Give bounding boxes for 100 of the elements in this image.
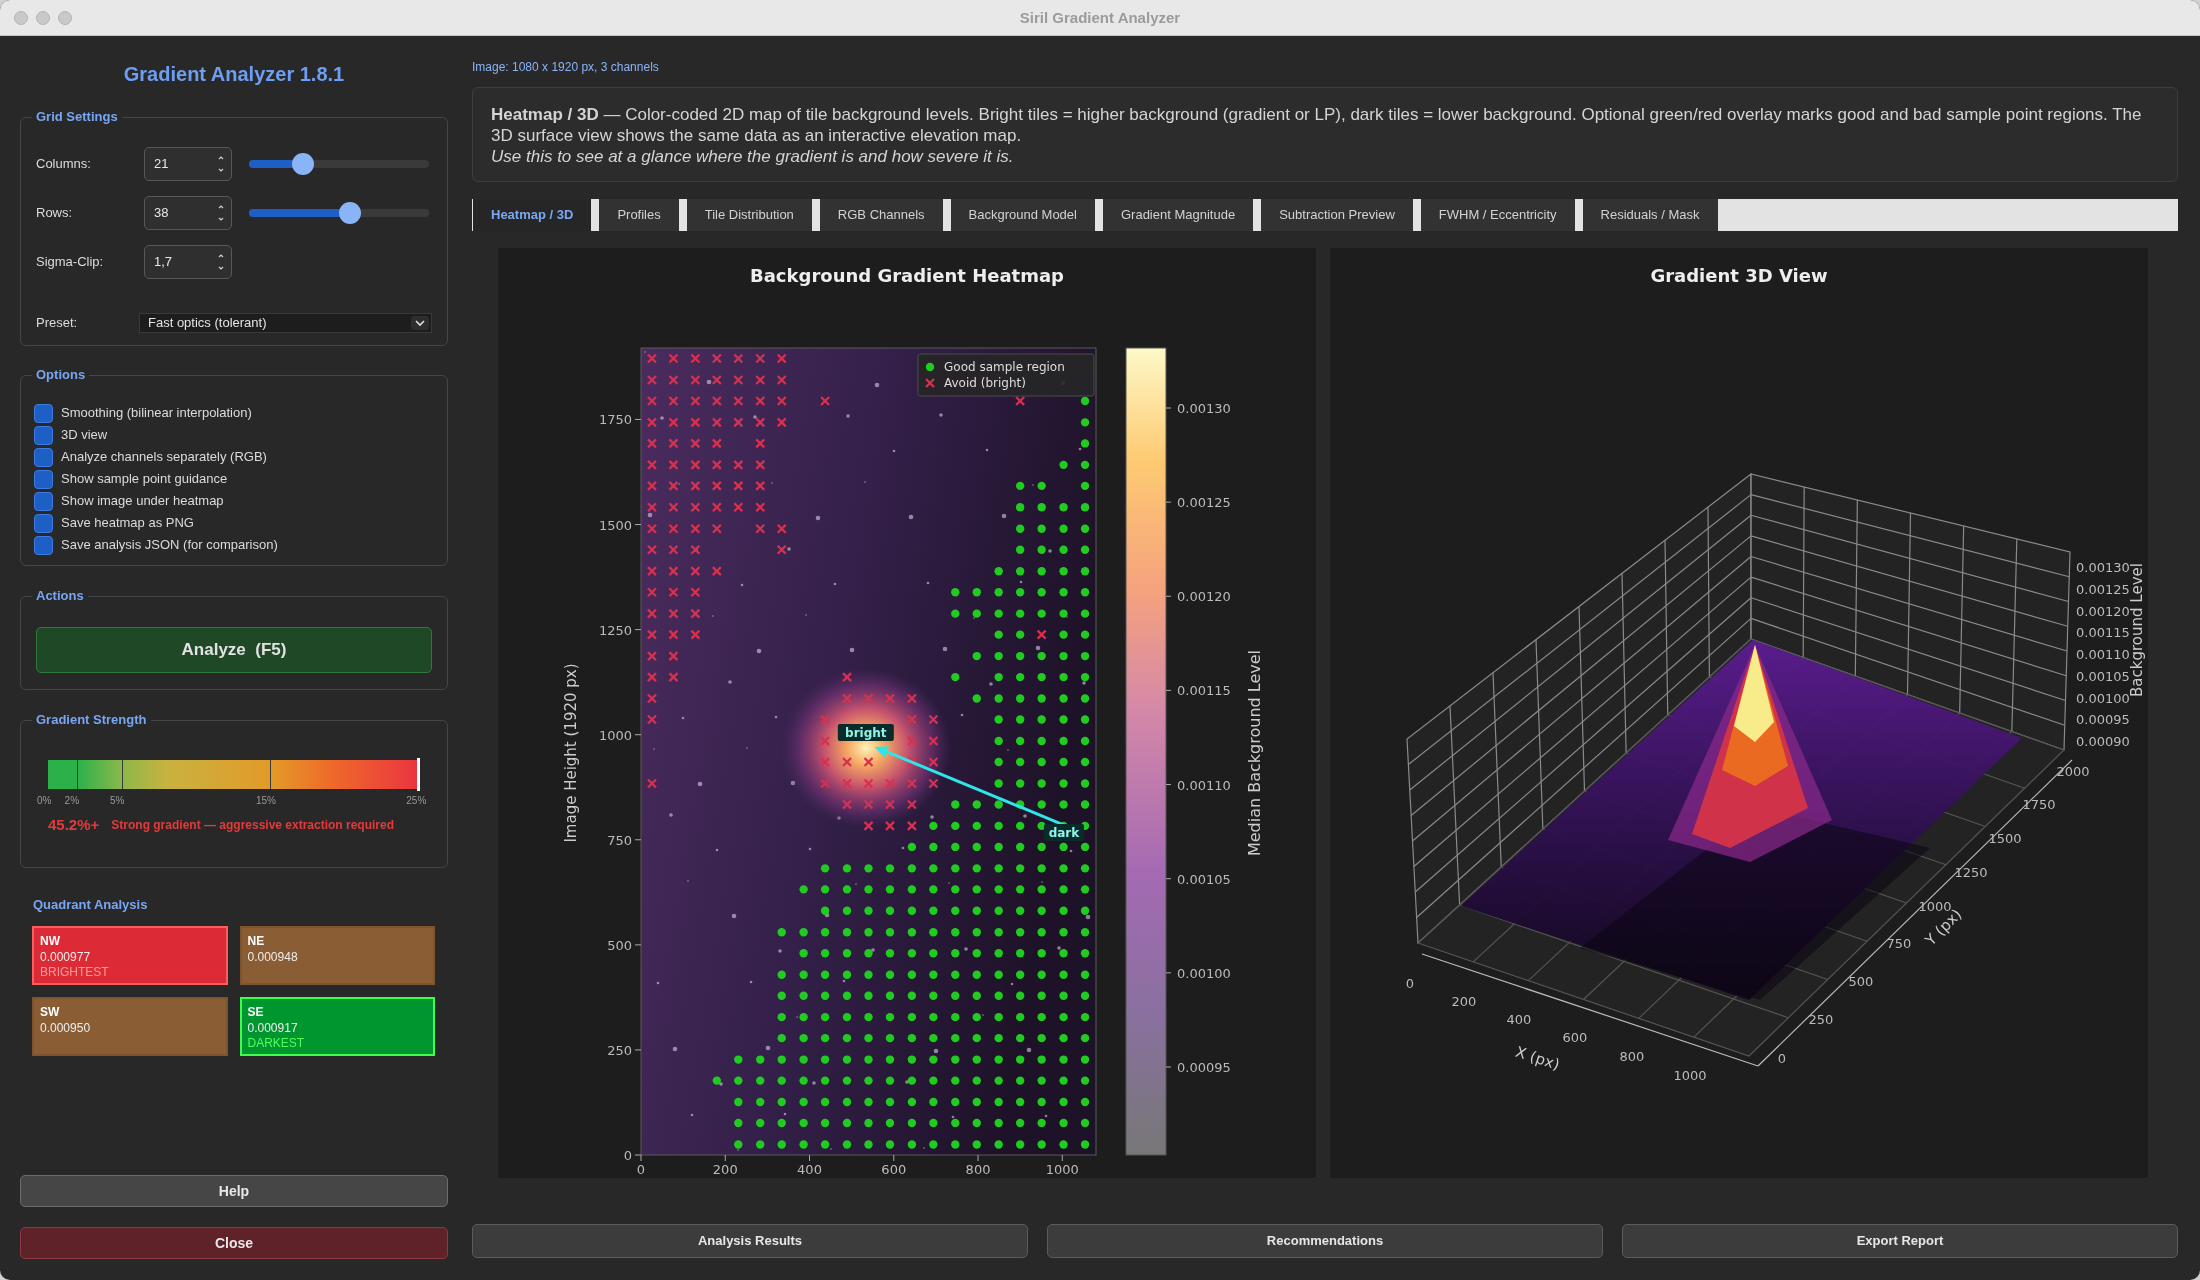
axis-tick-label: 0.00125 [2076,581,2130,597]
tab[interactable]: Gradient Magnitude [1102,199,1254,231]
spin-box[interactable]: 1,7 [144,245,232,279]
axis-tick-label: 750 [607,832,632,848]
analyze-button[interactable]: Analyze (F5) [36,627,432,673]
field-label: Preset: [36,314,79,333]
tab[interactable]: Heatmap / 3D [473,199,592,231]
colorbar-tick-label: 0.00120 [1177,589,1231,605]
axis-tick-label: 1500 [598,517,632,533]
axis-tick-label: 1750 [598,412,632,428]
axis-tick-label: 1250 [1954,865,1988,880]
colorbar-tick-label: 0.00105 [1177,871,1231,887]
axis-tick-label: 1000 [1918,899,1952,914]
field-label: Columns: [36,155,92,174]
option-label: 3D view [61,426,108,445]
option-label: Smoothing (bilinear interpolation) [61,404,252,423]
axis-tick-label: 0 [636,1162,646,1177]
section-title: Quadrant Analysis [33,896,148,912]
quadrant-label: SW [40,1003,60,1020]
colorbar-label: Median Background Level [1245,649,1264,857]
axis-tick-label: 400 [1506,1012,1532,1027]
legend-label: Good sample region [944,360,1065,374]
colorbar-tick-label: 0.00110 [1177,777,1231,793]
group-title: Actions [35,588,85,604]
axis-tick-label: 750 [1886,936,1912,951]
axis-label: Image Height (1920 px) [562,663,580,843]
axis-tick-label: 0 [623,1148,632,1163]
axis-tick-label: 600 [881,1162,907,1177]
option-label: Show sample point guidance [61,470,228,489]
option-label: Save heatmap as PNG [61,514,194,533]
footer-button[interactable]: Export Report [1622,1224,2178,1258]
field-label: Rows: [36,204,74,223]
axis-tick-label: 1500 [1988,831,2022,846]
scale-label: 0% [37,794,52,808]
axis-tick-label: 0.00095 [2076,712,2130,728]
axis-tick-label: 400 [797,1162,822,1177]
preset-dropdown[interactable]: Fast optics (tolerant) [139,313,432,333]
quadrant-value: 0.000950 [40,1019,91,1037]
footer-button[interactable]: Recommendations [1047,1224,1603,1258]
colorbar-tick-label: 0.00115 [1177,683,1231,699]
tab[interactable]: FWHM / Eccentricity [1420,199,1575,231]
option-label: Show image under heatmap [61,492,224,511]
scale-label: 2% [64,794,79,808]
axis-tick-label: 800 [965,1162,991,1177]
spin-box[interactable]: 38 [144,196,232,230]
scale-label: 15% [256,794,276,808]
tab[interactable]: RGB Channels [819,199,943,231]
image-info: Image: 1080 x 1920 px, 3 channels [472,60,659,74]
tab[interactable]: Background Model [950,199,1095,231]
chart-title: Background Gradient Heatmap [750,265,1064,286]
tab[interactable]: Residuals / Mask [1582,199,1718,231]
axis-tick-label: 2000 [2056,764,2090,779]
scale-label: 25% [406,794,427,808]
option-label: Analyze channels separately (RGB) [61,448,267,467]
axis-tick-label: 0.00110 [2076,647,2130,662]
colorbar-tick-label: 0.00125 [1177,495,1231,511]
quadrant-value: 0.000917 [247,1019,298,1037]
quadrant-tag: DARKEST [247,1036,305,1050]
axis-label: Background Level [2128,563,2146,697]
group-title: Options [35,367,87,383]
annotation-label: dark [1044,824,1084,842]
axis-tick-label: 500 [1848,974,1874,989]
axis-tick-label: 0 [1777,1051,1787,1066]
scale-label: 5% [109,794,125,808]
footer-button[interactable]: Analysis Results [472,1224,1028,1258]
quadrant-tag: BRIGHTEST [40,965,109,979]
axis-tick-label: 0.00120 [2076,603,2130,619]
option-label: Save analysis JSON (for comparison) [61,536,278,555]
spin-box[interactable]: 21 [144,147,232,181]
annotation: dark [1048,826,1081,841]
axis-tick-label: 0 [1405,976,1415,991]
quadrant-label: SE [247,1003,264,1020]
close-button[interactable]: Close [20,1227,448,1259]
quadrant-value: 0.000977 [40,948,91,966]
help-button[interactable]: Help [20,1175,448,1207]
axis-tick-label: 0.00130 [2076,560,2130,575]
axis-label: X (px) [1513,1042,1562,1074]
axis-tick-label: 600 [1562,1030,1588,1045]
axis-tick-label: 1250 [598,622,632,638]
field-label: Sigma-Clip: [36,253,105,272]
window-title: Siril Gradient Analyzer [1019,8,1181,26]
axis-tick-label: 200 [1451,994,1477,1009]
tab[interactable]: Tile Distribution [686,199,812,231]
axis-tick-label: 200 [712,1162,738,1177]
quadrant-value: 0.000948 [247,948,298,966]
axis-tick-label: 0.00100 [2076,690,2130,706]
strength-value: 45.2%+ [48,815,100,835]
legend-label: Avoid (bright) [944,376,1026,390]
tab[interactable]: Subtraction Preview [1261,199,1413,231]
quadrant-label: NE [247,932,265,949]
colorbar-tick-label: 0.00095 [1177,1060,1231,1075]
axis-tick-label: 500 [607,937,632,953]
tab[interactable]: Profiles [599,199,679,231]
axis-tick-label: 1000 [1045,1162,1079,1177]
strength-verdict: Strong gradient — aggressive extraction required [111,817,395,835]
group-title: Gradient Strength [35,712,148,728]
axis-tick-label: 0.00105 [2076,668,2130,684]
axis-tick-label: 0.00115 [2076,625,2130,641]
group-title: Grid Settings [35,109,119,125]
axis-tick-label: 250 [607,1042,632,1058]
